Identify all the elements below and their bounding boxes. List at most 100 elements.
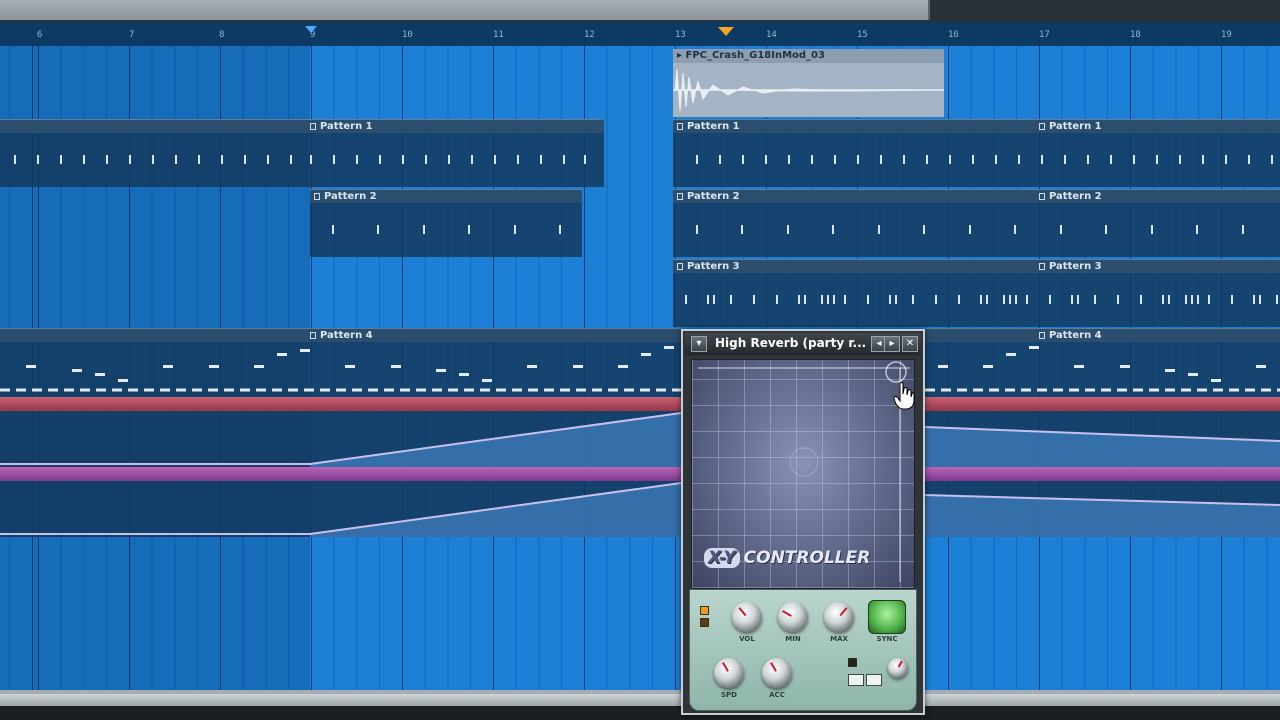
loop-start-marker[interactable] [305,26,317,33]
pattern-clip-header[interactable]: Pattern 2 Pattern 2 [673,189,1280,203]
pattern-label: Pattern 1 [1049,121,1102,132]
playhead-marker[interactable] [718,27,734,36]
pattern-clip-header[interactable]: Pattern 2 [310,189,582,203]
xy-controller-logo: X-Y CONTROLLER [704,548,870,568]
pattern-label: Pattern 2 [324,191,377,202]
arrow-left-icon: ◂ [876,338,882,349]
pattern-clip[interactable] [673,273,1280,327]
control-panel: VOL MIN MAX SYNC SPD ACC [689,589,917,711]
bar-number: 11 [493,30,504,40]
pattern-clip[interactable] [310,203,582,257]
pattern-clip-header[interactable]: Pattern 4 [0,328,681,342]
horizontal-scrollbar[interactable] [0,694,1280,706]
horizontal-scrollbar-thumb[interactable] [0,0,930,20]
bar-number: 7 [129,30,135,40]
hand-cursor-icon [893,382,915,410]
bar-number: 6 [37,30,43,40]
acc-knob[interactable] [762,658,792,688]
small-knob[interactable] [888,658,908,678]
pattern-label: Pattern 4 [1049,330,1102,341]
bar-number: 19 [1221,30,1232,40]
arrow-right-icon: ▸ [889,338,895,349]
bar-number: 18 [1130,30,1141,40]
min-knob[interactable] [778,602,808,632]
max-knob[interactable] [824,602,854,632]
bar-number: 15 [857,30,868,40]
pattern-label: Pattern 2 [687,191,740,202]
pattern-label: Pattern 1 [320,121,373,132]
pattern-icon [310,332,316,339]
automation-clip-header[interactable] [0,397,1280,411]
audio-clip-header: ▸ FPC_Crash_G18InMod_03 [673,49,944,63]
knob-label: ACC [769,691,785,699]
play-icon: ▸ [677,50,683,61]
pattern-clip[interactable] [0,133,604,187]
led-indicator [700,606,709,615]
pattern-clip[interactable] [925,342,1280,398]
pattern-clip[interactable] [673,203,1280,257]
sync-button[interactable]: SYNC [868,600,906,643]
top-scrollbar-area [0,0,1280,22]
bar-number: 10 [402,30,413,40]
pattern-icon [314,193,320,200]
pattern-label: Pattern 3 [1049,261,1102,272]
close-icon: ✕ [905,338,915,349]
pattern-icon [677,193,683,200]
knob-label: MAX [830,635,848,643]
pattern-icon [1039,263,1045,270]
vol-knob[interactable] [732,602,762,632]
pattern-label: Pattern 3 [687,261,740,272]
pattern-label: Pattern 1 [687,121,740,132]
pattern-icon [677,263,683,270]
sync-label: SYNC [876,635,898,643]
automation-clip[interactable] [0,411,1280,467]
waveform [673,68,944,112]
next-preset-button[interactable]: ▸ [884,336,900,352]
mode-button[interactable] [866,674,882,686]
plugin-window[interactable]: ▾ High Reverb (party r... ◂ ▸ ✕ X-Y CONTR… [681,329,925,715]
bottom-strip [0,706,1280,720]
knob-label: SPD [721,691,737,699]
bar-number: 17 [1039,30,1050,40]
pattern-clip-header[interactable]: Pattern 4 [925,328,1280,342]
knob-label: MIN [785,635,801,643]
bar-number: 14 [766,30,777,40]
logo-xy: X-Y [704,548,740,568]
pattern-icon [310,123,316,130]
automation-curve [0,482,1280,537]
logo-text: CONTROLLER [743,548,871,568]
pattern-label: Pattern 2 [1049,191,1102,202]
xy-pad[interactable]: X-Y CONTROLLER [691,359,915,589]
pattern-icon [677,123,683,130]
mode-button[interactable] [848,674,864,686]
led-indicator [700,618,709,627]
pattern-clip-header[interactable]: Pattern 1 Pattern 1 [673,119,1280,133]
dashed-line [925,388,1280,392]
bar-number: 13 [675,30,686,40]
plugin-title-bar[interactable]: ▾ High Reverb (party r... ◂ ▸ ✕ [685,333,921,355]
bottom-scrollbar [0,690,1280,720]
pattern-clip[interactable] [0,342,681,398]
bar-number: 16 [948,30,959,40]
audio-clip[interactable]: ▸ FPC_Crash_G18InMod_03 [673,49,944,117]
pattern-clip-header[interactable]: Pattern 1 [0,119,604,133]
pattern-icon [1039,332,1045,339]
timeline-ruler[interactable]: 6 7 8 9 10 11 12 13 14 15 16 17 18 19 [0,22,1280,47]
automation-clip[interactable] [0,481,1280,537]
chevron-down-icon: ▾ [696,338,702,349]
led-indicator [848,658,857,667]
knob-label: VOL [739,635,755,643]
pattern-clip-header[interactable]: Pattern 3 Pattern 3 [673,259,1280,273]
plugin-menu-button[interactable]: ▾ [691,336,707,352]
automation-curve [0,412,1280,467]
pattern-icon [1039,193,1045,200]
pattern-icon [1039,123,1045,130]
automation-clip-header[interactable] [0,467,1280,481]
pattern-clip[interactable] [673,133,1280,187]
bar-number: 12 [584,30,595,40]
plugin-title: High Reverb (party r... [715,336,867,350]
close-button[interactable]: ✕ [902,336,918,352]
pattern-label: Pattern 4 [320,330,373,341]
dashed-line [0,388,681,392]
spd-knob[interactable] [714,658,744,688]
